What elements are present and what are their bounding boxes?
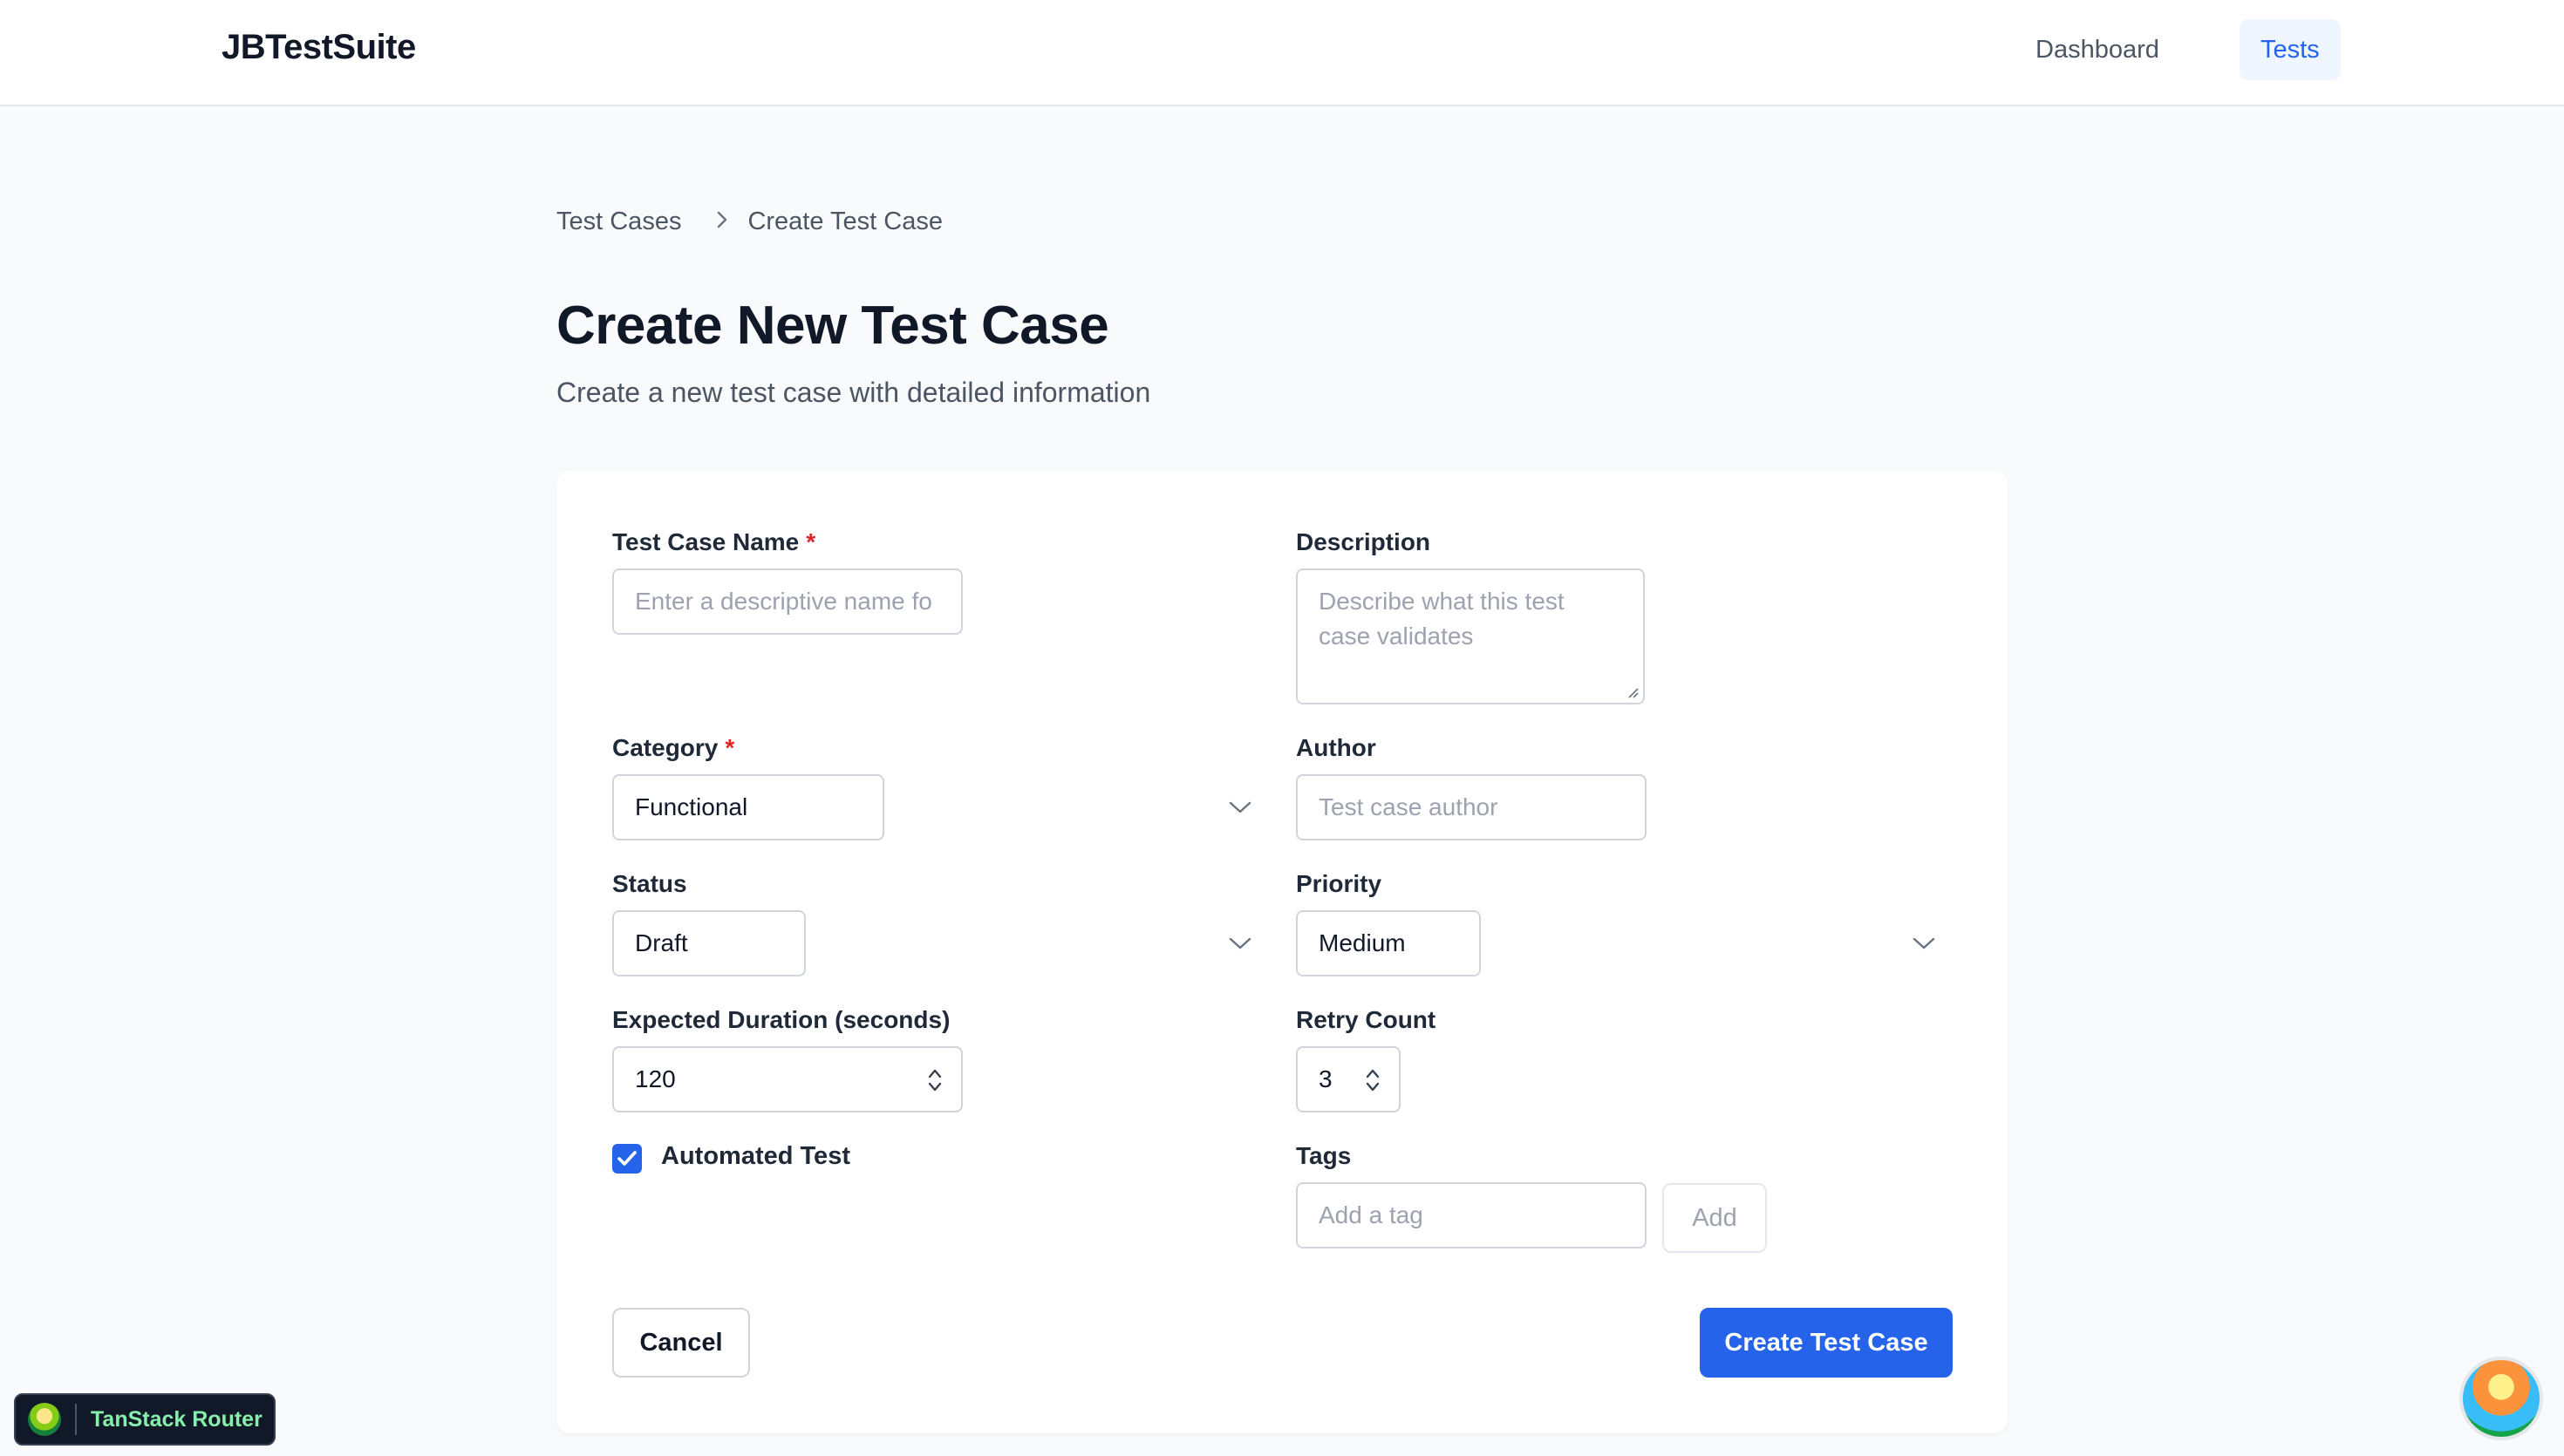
nav-tests[interactable]: Tests bbox=[2240, 19, 2341, 80]
tanstack-logo-icon bbox=[28, 1403, 61, 1436]
resize-handle-icon[interactable] bbox=[1626, 685, 1640, 699]
required-marker: * bbox=[806, 528, 816, 555]
name-input-placeholder: Enter a descriptive name fo bbox=[635, 588, 932, 615]
duration-label: Expected Duration (seconds) bbox=[612, 1006, 951, 1033]
chevron-down-icon[interactable] bbox=[1228, 936, 1252, 950]
checkmark-icon bbox=[617, 1151, 637, 1166]
retry-label: Retry Count bbox=[1296, 1006, 1436, 1033]
tag-placeholder: Add a tag bbox=[1319, 1201, 1423, 1228]
number-spinner-icon[interactable] bbox=[926, 1065, 944, 1095]
nav-dashboard[interactable]: Dashboard bbox=[2015, 19, 2180, 80]
priority-select[interactable]: Medium bbox=[1296, 910, 1481, 976]
name-label: Test Case Name * bbox=[612, 528, 816, 555]
priority-label: Priority bbox=[1296, 870, 1382, 897]
devtools-label: TanStack Router bbox=[91, 1406, 263, 1432]
breadcrumb-test-cases[interactable]: Test Cases bbox=[556, 208, 681, 236]
category-select[interactable]: Functional bbox=[612, 774, 884, 840]
status-select[interactable]: Draft bbox=[612, 910, 806, 976]
page-subtitle: Create a new test case with detailed inf… bbox=[556, 377, 1151, 408]
breadcrumb-current: Create Test Case bbox=[747, 208, 943, 235]
description-label: Description bbox=[1296, 528, 1431, 555]
chevron-right-icon bbox=[716, 208, 728, 235]
tags-label: Tags bbox=[1296, 1142, 1352, 1169]
description-textarea[interactable]: Describe what this test case validates bbox=[1296, 568, 1645, 704]
author-placeholder: Test case author bbox=[1319, 793, 1498, 820]
category-label: Category * bbox=[612, 734, 735, 761]
number-spinner-icon[interactable] bbox=[1364, 1065, 1381, 1095]
page-title: Create New Test Case bbox=[556, 296, 1109, 356]
add-tag-button[interactable]: Add bbox=[1662, 1183, 1767, 1253]
status-label: Status bbox=[612, 870, 687, 897]
chevron-down-icon[interactable] bbox=[1228, 800, 1252, 814]
cancel-button[interactable]: Cancel bbox=[612, 1308, 750, 1378]
create-test-case-button[interactable]: Create Test Case bbox=[1700, 1308, 1953, 1378]
duration-value: 120 bbox=[635, 1065, 676, 1092]
chevron-down-icon[interactable] bbox=[1912, 936, 1936, 950]
duration-input[interactable]: 120 bbox=[612, 1046, 963, 1112]
tag-input[interactable]: Add a tag bbox=[1296, 1182, 1647, 1248]
name-input[interactable]: Enter a descriptive name fo bbox=[612, 568, 963, 635]
tanstack-query-devtools-icon[interactable] bbox=[2459, 1357, 2543, 1440]
top-navbar: JBTestSuite Dashboard Tests bbox=[0, 0, 2564, 106]
automated-label[interactable]: Automated Test bbox=[661, 1142, 850, 1171]
author-input[interactable]: Test case author bbox=[1296, 774, 1647, 840]
divider bbox=[75, 1404, 77, 1435]
automated-checkbox[interactable] bbox=[612, 1144, 642, 1174]
retry-input[interactable]: 3 bbox=[1296, 1046, 1401, 1112]
description-placeholder: Describe what this test case validates bbox=[1319, 588, 1565, 650]
author-label: Author bbox=[1296, 734, 1376, 761]
required-marker: * bbox=[725, 734, 735, 761]
tanstack-router-devtools-button[interactable]: TanStack Router bbox=[14, 1393, 276, 1446]
retry-value: 3 bbox=[1319, 1065, 1333, 1092]
brand-logo[interactable]: JBTestSuite bbox=[222, 28, 416, 67]
breadcrumb: Test Cases Create Test Case bbox=[556, 208, 943, 236]
